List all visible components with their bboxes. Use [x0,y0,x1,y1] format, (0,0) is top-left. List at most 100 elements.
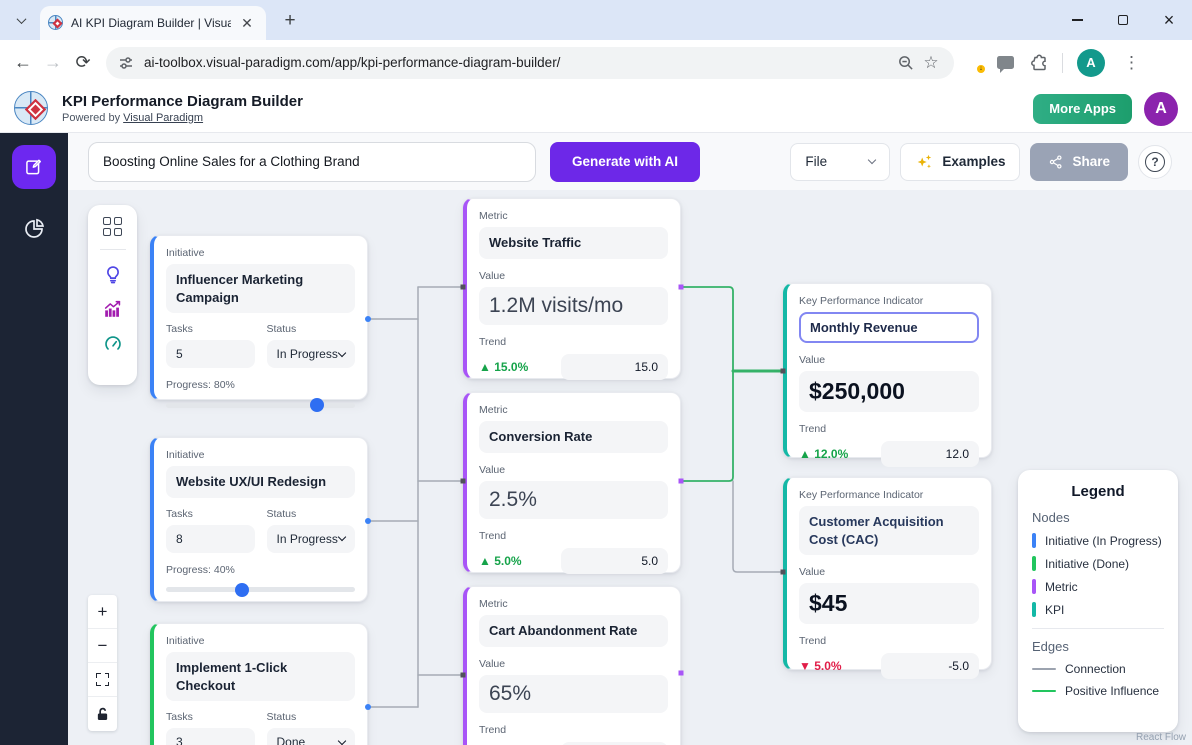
edge-swatch [1032,668,1056,671]
tab-close-icon[interactable]: ✕ [238,14,256,32]
browser-menu-icon[interactable]: ⋮ [1119,53,1144,73]
trend-pct-text: 12.0% [814,447,848,461]
page-title: KPI Performance Diagram Builder [62,93,303,111]
initiative-node-ux-redesign[interactable]: Initiative Website UX/UI Redesign Tasks … [150,437,368,602]
back-button[interactable]: ← [8,48,38,78]
node-title[interactable]: Conversion Rate [479,421,668,453]
metric-node-conversion-rate[interactable]: Metric Conversion Rate Value 2.5% Trend … [463,392,681,573]
minimize-button[interactable] [1054,0,1100,40]
color-swatch [1032,579,1036,594]
tasks-label: Tasks [166,508,255,520]
diagram-canvas[interactable]: Initiative Influencer Marketing Campaign… [68,190,1192,745]
progress-slider[interactable] [166,398,355,412]
examples-label: Examples [942,154,1005,169]
tasks-value[interactable]: 5 [166,340,255,368]
trend-label: Trend [479,336,668,348]
palette-initiative-bulb-icon[interactable] [102,263,124,285]
node-type-label: Metric [479,210,668,222]
fit-view-icon [96,673,109,686]
trend-pct-text: 5.0% [494,554,521,568]
trend-value-input[interactable]: -8.0 [561,742,668,745]
positive-influence-edges [681,287,783,481]
file-menu-button[interactable]: File [790,143,890,181]
bookmark-star-icon[interactable]: ☆ [918,50,944,76]
kpi-node-cac[interactable]: Key Performance Indicator Customer Acqui… [783,477,992,670]
status-select[interactable]: Done [267,728,356,745]
metric-value[interactable]: 2.5% [479,481,668,519]
legend-item-metric: Metric [1032,579,1164,594]
palette-grid-icon[interactable] [103,217,122,236]
zoom-in-button[interactable]: + [88,595,117,629]
legend-item-kpi: KPI [1032,602,1164,617]
node-title[interactable]: Website Traffic [479,227,668,259]
extensions-puzzle-icon[interactable] [1028,53,1048,73]
examples-button[interactable]: Examples [900,143,1020,181]
node-title[interactable]: Cart Abandonment Rate [479,615,668,647]
trend-value-input[interactable]: -5.0 [881,653,979,679]
zoom-out-button[interactable]: − [88,629,117,663]
node-type-label: Initiative [166,449,355,461]
legend-item-label: Initiative (Done) [1045,557,1129,571]
initiative-node-influencer-marketing[interactable]: Initiative Influencer Marketing Campaign… [150,235,368,400]
node-title[interactable]: Implement 1-Click Checkout [166,652,355,701]
more-apps-button[interactable]: More Apps [1033,94,1132,124]
maximize-button[interactable] [1100,0,1146,40]
tab-search-button[interactable] [8,9,34,31]
initiative-node-one-click-checkout[interactable]: Initiative Implement 1-Click Checkout Ta… [150,623,368,745]
slider-thumb[interactable] [310,398,324,412]
new-tab-button[interactable]: + [278,9,302,33]
help-button[interactable]: ? [1138,145,1172,179]
status-select[interactable]: In Progress [267,340,356,368]
lock-button[interactable] [88,697,117,731]
close-button[interactable]: × [1146,0,1192,40]
user-avatar[interactable]: A [1144,92,1178,126]
generate-with-ai-button[interactable]: Generate with AI [550,142,700,182]
kpi-value[interactable]: $45 [799,583,979,624]
node-title[interactable]: Website UX/UI Redesign [166,466,355,498]
sidebar-item-editor[interactable] [12,145,56,189]
docs-offline-extension-icon[interactable]: ↓ [968,54,983,72]
kpi-title-input[interactable] [799,312,979,343]
metric-node-website-traffic[interactable]: Metric Website Traffic Value 1.2M visits… [463,198,681,379]
share-button[interactable]: Share [1030,143,1128,181]
zoom-out-icon[interactable] [892,50,918,76]
metric-value[interactable]: 1.2M visits/mo [479,287,668,325]
metric-value[interactable]: 65% [479,675,668,713]
trend-value-input[interactable]: 5.0 [561,548,668,574]
browser-tab[interactable]: AI KPI Diagram Builder | Visuali ✕ [40,6,266,40]
chat-extension-icon[interactable] [997,56,1014,69]
status-select[interactable]: In Progress [267,525,356,553]
reload-button[interactable]: ⟳ [68,48,98,78]
trend-value-input[interactable]: 15.0 [561,354,668,380]
kpi-value[interactable]: $250,000 [799,371,979,412]
progress-slider[interactable] [166,583,355,597]
trend-arrow-icon: ▲ [479,360,491,374]
metric-node-cart-abandonment[interactable]: Metric Cart Abandonment Rate Value 65% T… [463,586,681,745]
slider-thumb[interactable] [235,583,249,597]
fit-view-button[interactable] [88,663,117,697]
legend-edges-heading: Edges [1032,639,1164,654]
url-bar[interactable]: ai-toolbox.visual-paradigm.com/app/kpi-p… [106,47,954,79]
browser-profile-avatar[interactable]: A [1077,49,1105,77]
color-swatch [1032,556,1036,571]
node-palette [88,205,137,385]
node-title[interactable]: Customer Acquisition Cost (CAC) [799,506,979,555]
tab-favicon [48,15,64,31]
site-info-icon[interactable] [118,55,134,71]
palette-metric-chart-icon[interactable] [102,298,124,320]
visual-paradigm-link[interactable]: Visual Paradigm [123,112,203,124]
sidebar-item-charts[interactable] [12,211,56,247]
node-type-label: Initiative [166,247,355,259]
value-label: Value [799,354,979,366]
node-title[interactable]: Influencer Marketing Campaign [166,264,355,313]
tasks-value[interactable]: 3 [166,728,255,745]
tasks-value[interactable]: 8 [166,525,255,553]
kpi-node-monthly-revenue[interactable]: Key Performance Indicator Value $250,000… [783,283,992,458]
trend-arrow-icon: ▼ [799,659,811,673]
palette-kpi-gauge-icon[interactable] [102,333,124,355]
forward-button[interactable]: → [38,48,68,78]
trend-value-input[interactable]: 12.0 [881,441,979,467]
value-label: Value [479,270,668,282]
node-type-label: Metric [479,598,668,610]
prompt-input[interactable] [88,142,536,182]
